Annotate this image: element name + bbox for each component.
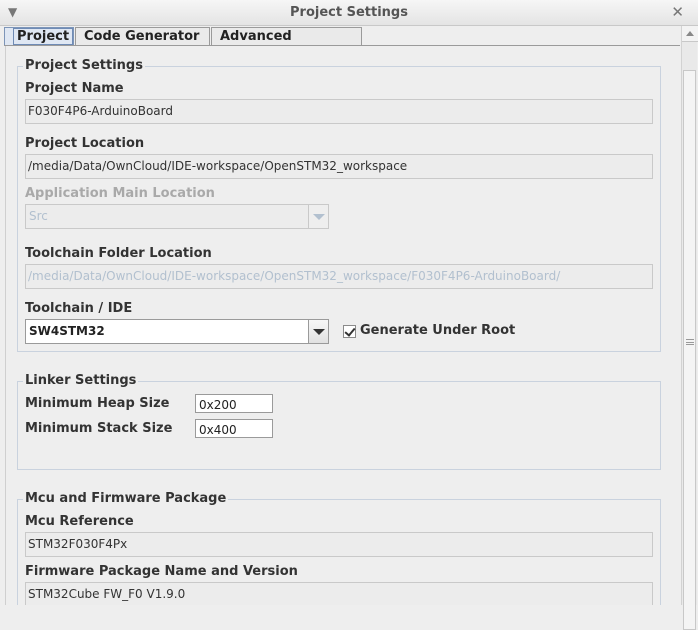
linker-settings-title: Linker Settings <box>23 373 139 388</box>
toolchain-ide-select[interactable]: SW4STM32 <box>25 319 329 344</box>
tab-code-generator[interactable]: Code Generator <box>75 27 210 46</box>
scroll-thumb[interactable] <box>683 70 696 630</box>
app-main-location-select[interactable]: Src <box>25 204 329 229</box>
close-icon[interactable]: ✕ <box>671 3 684 21</box>
app-main-location-value: Src <box>29 209 48 223</box>
chevron-down-icon[interactable] <box>308 320 328 343</box>
mcu-firmware-title: Mcu and Firmware Package <box>23 491 229 506</box>
app-main-location-label: Application Main Location <box>25 186 215 201</box>
project-name-label: Project Name <box>25 81 124 96</box>
chevron-down-icon[interactable] <box>308 205 328 228</box>
mcu-reference-label: Mcu Reference <box>25 514 134 529</box>
heap-size-input[interactable]: 0x200 <box>195 394 273 413</box>
generate-under-root-checkbox[interactable] <box>343 325 356 338</box>
toolchain-ide-value: SW4STM32 <box>29 324 105 338</box>
toolchain-ide-label: Toolchain / IDE <box>25 301 133 316</box>
project-settings-title: Project Settings <box>23 58 145 73</box>
mcu-reference-field[interactable]: STM32F030F4Px <box>25 532 653 557</box>
scroll-up-icon[interactable] <box>682 26 698 42</box>
firmware-package-field[interactable]: STM32Cube FW_F0 V1.9.0 <box>25 582 653 605</box>
project-location-label: Project Location <box>25 136 145 151</box>
stack-size-label: Minimum Stack Size <box>25 421 173 436</box>
title-bar: ▼ Project Settings ✕ <box>0 0 698 26</box>
project-name-field[interactable]: F030F4P6-ArduinoBoard <box>25 99 653 124</box>
tab-advanced-settings[interactable]: Advanced Settings <box>211 27 362 60</box>
generate-under-root-label[interactable]: Generate Under Root <box>360 323 515 338</box>
project-panel: Project Settings Project Name F030F4P6-A… <box>5 46 678 605</box>
vertical-scrollbar[interactable] <box>681 26 698 630</box>
stack-size-input[interactable]: 0x400 <box>195 419 273 438</box>
project-location-field[interactable]: /media/Data/OwnCloud/IDE-workspace/OpenS… <box>25 154 653 179</box>
firmware-package-label: Firmware Package Name and Version <box>25 564 298 579</box>
toolchain-folder-label: Toolchain Folder Location <box>25 246 212 261</box>
tab-project[interactable]: Project <box>4 27 74 46</box>
grip-icon <box>686 339 694 345</box>
window-title: Project Settings <box>290 5 408 20</box>
heap-size-label: Minimum Heap Size <box>25 396 170 411</box>
toolchain-folder-field: /media/Data/OwnCloud/IDE-workspace/OpenS… <box>25 264 653 289</box>
